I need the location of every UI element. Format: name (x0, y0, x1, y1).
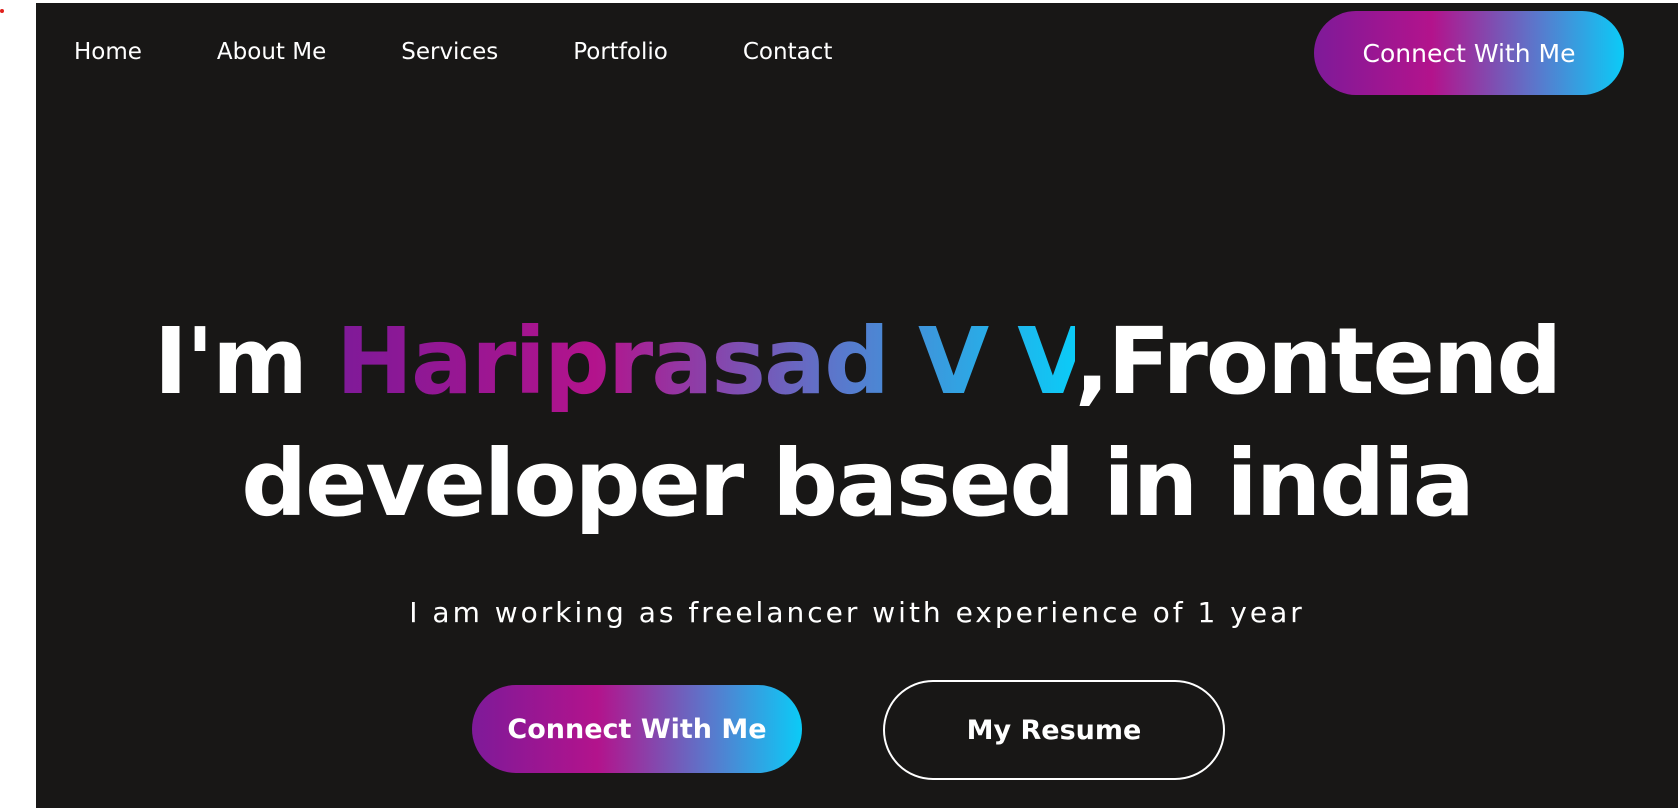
corner-marker (0, 9, 4, 13)
hero-title-suffix: ,Frontend (1074, 308, 1563, 415)
hero-subtitle: I am working as freelancer with experien… (409, 596, 1305, 629)
hero-buttons: Connect With Me My Resume (36, 680, 1678, 780)
nav-item-about-me[interactable]: About Me (217, 39, 326, 65)
nav-item-services[interactable]: Services (401, 39, 498, 65)
nav-item-contact[interactable]: Contact (743, 39, 832, 65)
nav-item-portfolio[interactable]: Portfolio (573, 39, 668, 65)
hero-name: Hariprasad V V (335, 308, 1077, 415)
hero-title-prefix: I'm (153, 308, 336, 415)
hero-title: I'm Hariprasad V V,Frontend developer ba… (36, 301, 1678, 545)
hero-title-line2: developer based in india (241, 430, 1475, 537)
hero-page: Home About Me Services Portfolio Contact… (36, 3, 1678, 808)
header-connect-button[interactable]: Connect With Me (1314, 11, 1624, 95)
connect-with-me-button[interactable]: Connect With Me (472, 685, 802, 773)
nav-item-home[interactable]: Home (74, 39, 142, 65)
main-nav: Home About Me Services Portfolio Contact (74, 39, 907, 65)
my-resume-button[interactable]: My Resume (883, 680, 1225, 780)
